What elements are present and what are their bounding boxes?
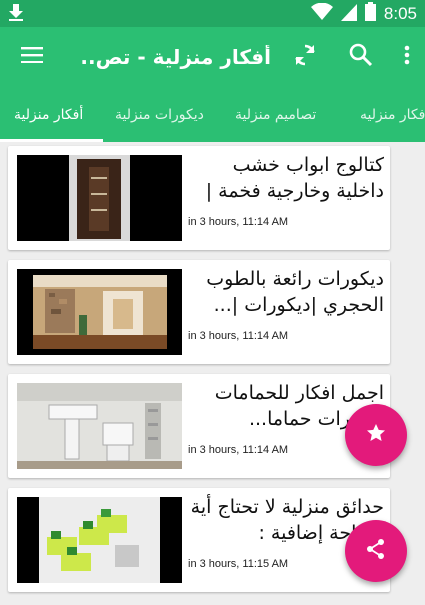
download-icon (8, 3, 24, 25)
article-time: in 3 hours, 11:14 AM (188, 330, 289, 342)
signal-icon (340, 3, 357, 25)
more-options-button[interactable] (389, 27, 425, 87)
menu-button[interactable] (0, 27, 64, 87)
article-thumbnail (17, 269, 182, 355)
article-card[interactable]: حدائق منزلية لا تحتاج أية مساحة إضافية :… (8, 488, 390, 592)
star-icon (366, 423, 386, 447)
article-card[interactable]: كتالوج ابواب خشب داخلية وخارجية فخمة | ت… (8, 146, 390, 250)
battery-icon (364, 2, 376, 25)
category-tabs: أفكار منزلية ديكورات منزلية تصاميم منزلي… (0, 87, 425, 142)
status-time: 8:05 (383, 3, 417, 23)
article-thumbnail (17, 383, 182, 469)
article-thumbnail (17, 497, 182, 583)
share-fab-button[interactable] (345, 520, 407, 582)
article-card[interactable]: ديكورات رائعة بالطوب الحجري |ديكورات |..… (8, 260, 390, 364)
article-title: كتالوج ابواب خشب داخلية وخارجية فخمة | ت… (205, 154, 384, 202)
search-icon (348, 42, 374, 72)
article-card[interactable]: اجمل افكار للحمامات ديكورات حماما... in … (8, 374, 390, 478)
wifi-icon (310, 2, 333, 25)
tab-indicator (0, 139, 103, 142)
page-title: أفكار منزلية - تص.. (80, 45, 271, 69)
article-thumbnail (17, 155, 182, 241)
tab-home-ideas[interactable]: أفكار منزلية (14, 87, 83, 142)
article-time: in 3 hours, 11:15 AM (188, 558, 289, 570)
more-vert-icon (404, 45, 410, 69)
tab-home-designs[interactable]: تصاميم منزلية (235, 87, 316, 142)
menu-icon (21, 47, 43, 67)
status-bar: 8:05 (0, 0, 425, 27)
share-icon (366, 538, 386, 564)
article-time: in 3 hours, 11:14 AM (188, 444, 289, 456)
article-time: in 3 hours, 11:14 AM (188, 216, 289, 228)
tab-home-ideas-2[interactable]: افكار منزليه (360, 87, 425, 142)
app-toolbar: أفكار منزلية - تص.. (0, 27, 425, 87)
search-button[interactable] (333, 27, 389, 87)
favorite-fab-button[interactable] (345, 404, 407, 466)
tab-home-decor[interactable]: ديكورات منزلية (115, 87, 204, 142)
refresh-button[interactable] (277, 27, 333, 87)
article-title: ديكورات رائعة بالطوب الحجري |ديكورات |..… (206, 268, 384, 316)
refresh-icon (292, 42, 318, 72)
